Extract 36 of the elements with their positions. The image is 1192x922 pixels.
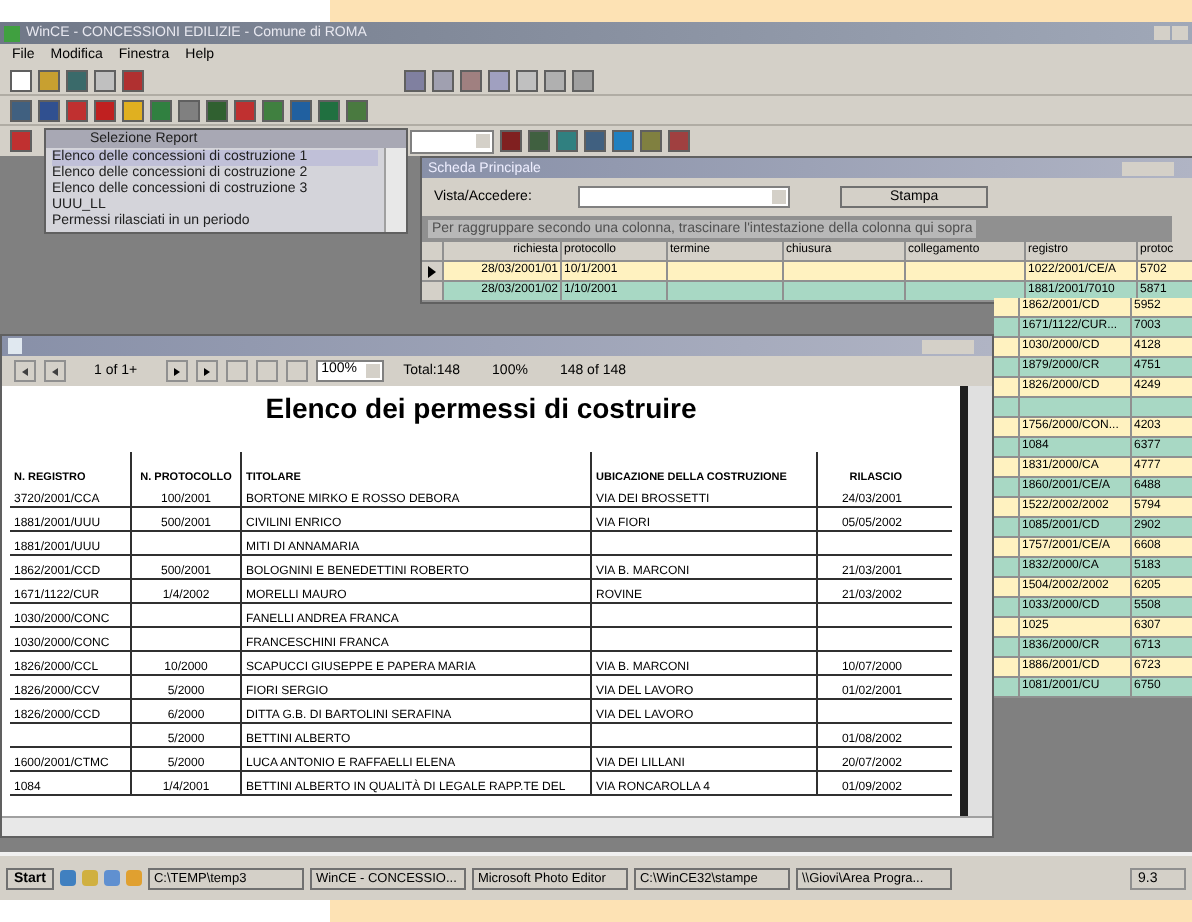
next-page-button[interactable] — [165, 360, 188, 382]
dropdown-field[interactable] — [410, 129, 494, 153]
toolbar-icon[interactable] — [66, 99, 88, 121]
toolbar-icon[interactable] — [94, 69, 116, 91]
toolbar-icon[interactable] — [460, 69, 482, 91]
toolbar-icon[interactable] — [122, 69, 144, 91]
toolbar-icon[interactable] — [178, 99, 200, 121]
toolbar-icon[interactable] — [488, 69, 510, 91]
scrollbar[interactable] — [384, 148, 406, 232]
scrollbar[interactable] — [2, 816, 992, 836]
toolbar-icon[interactable] — [94, 99, 116, 121]
toolbar-icon[interactable] — [206, 99, 228, 121]
toolbar-icon[interactable] — [66, 69, 88, 91]
toolbar-icon[interactable] — [346, 99, 368, 121]
toolbar-icon[interactable] — [150, 99, 172, 121]
toolbar-icon[interactable] — [10, 69, 32, 91]
document-icon — [8, 338, 22, 354]
toolbar-icon[interactable] — [38, 99, 60, 121]
report-title: Elenco dei permessi di costruire — [263, 392, 699, 424]
toolbar-icon[interactable] — [290, 99, 312, 121]
previous-page-button[interactable] — [44, 360, 66, 382]
first-page-button[interactable] — [14, 360, 36, 382]
toolbar-icon[interactable] — [318, 99, 340, 121]
toolbar-icon[interactable] — [432, 69, 454, 91]
app-icon — [4, 25, 20, 41]
toolbar-icon[interactable] — [544, 69, 566, 91]
toolbar-icon[interactable] — [516, 69, 538, 91]
toolbar-icon[interactable] — [234, 99, 256, 121]
toolbar-icon[interactable] — [38, 69, 60, 91]
toolbar-icon[interactable] — [404, 69, 426, 91]
last-page-button[interactable] — [195, 360, 218, 382]
toolbar-icon[interactable] — [262, 99, 284, 121]
toolbar-icon[interactable] — [572, 69, 594, 91]
toolbar-icon[interactable] — [122, 99, 144, 121]
toolbar-icon[interactable] — [10, 99, 32, 121]
dropdown-field[interactable] — [578, 186, 790, 208]
